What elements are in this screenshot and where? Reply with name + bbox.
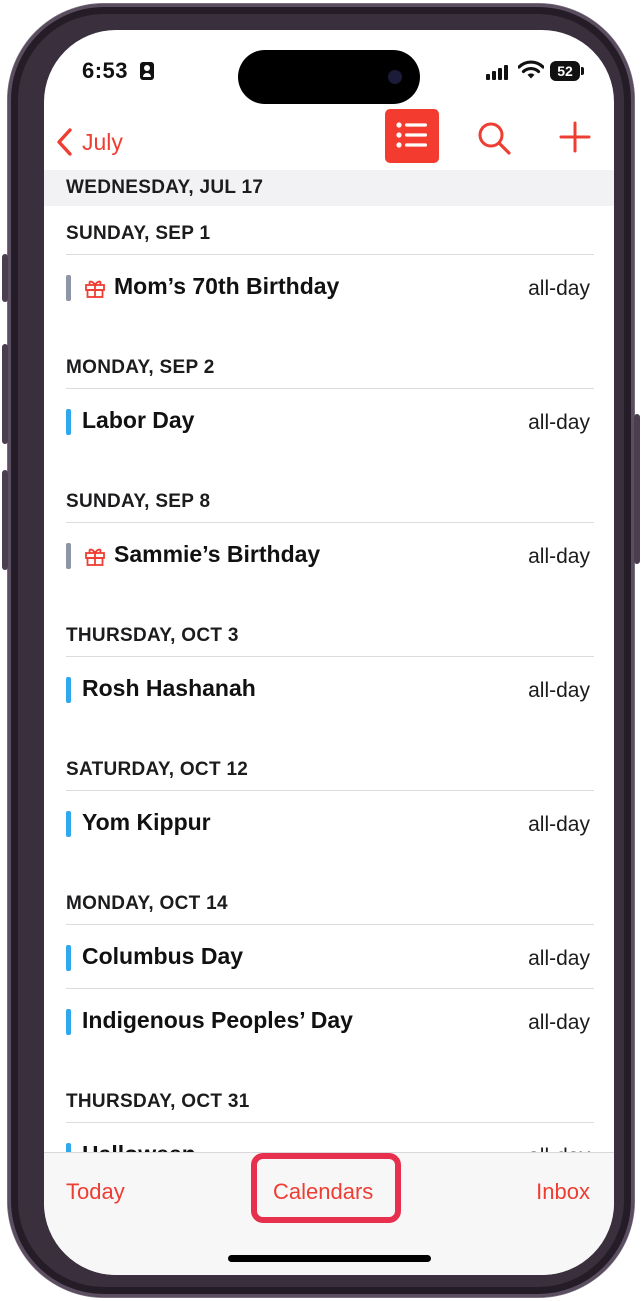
date-header: THURSDAY, OCT 3 [66,608,594,657]
calendar-color-bar [66,1009,71,1035]
event-time: all-day [528,813,590,836]
chevron-left-icon [57,128,72,156]
cellular-signal-icon [486,64,508,80]
event-row[interactable]: Rosh Hashanah all-day [66,657,594,720]
focus-person-icon [140,62,154,80]
event-title: Mom’s 70th Birthday [114,273,340,299]
date-header: SATURDAY, OCT 12 [66,742,594,791]
list-view-button[interactable] [385,109,439,163]
event-time: all-day [528,277,590,300]
tab-bar: Today Calendars Inbox [44,1152,614,1275]
date-header: THURSDAY, OCT 31 [66,1074,594,1123]
home-indicator[interactable] [228,1255,431,1262]
event-title: Rosh Hashanah [82,675,256,701]
camera-icon [388,70,402,84]
battery-icon: 52 [550,61,584,81]
date-header: SUNDAY, SEP 1 [66,206,594,255]
volume-down-button [2,470,8,570]
calendars-button[interactable]: Calendars [273,1179,373,1205]
power-button [634,414,640,564]
event-row[interactable]: Labor Day all-day [66,389,594,452]
screen: 6:53 52 July WEDNESDAY, JUL 17 SUNDAY, S… [44,30,614,1275]
event-title: Sammie’s Birthday [114,541,321,567]
dynamic-island [238,50,420,104]
gift-icon [85,280,105,298]
status-bar: 6:53 52 [44,30,614,114]
navigation-bar: July [44,109,614,172]
event-title: Labor Day [82,407,195,433]
volume-up-button [2,344,8,444]
event-list[interactable]: WEDNESDAY, JUL 17 SUNDAY, SEP 1 Mom’s 70… [44,170,614,1153]
date-header: MONDAY, SEP 2 [66,340,594,389]
inbox-button[interactable]: Inbox [536,1179,590,1205]
action-button [2,254,8,302]
calendar-color-bar [66,677,71,703]
list-icon [396,122,427,148]
event-row[interactable]: Indigenous Peoples’ Day all-day [66,989,594,1052]
event-row[interactable]: Columbus Day all-day [66,925,594,989]
event-title: Indigenous Peoples’ Day [82,1007,353,1033]
event-time: all-day [528,679,590,702]
calendar-color-bar [66,275,71,301]
date-header: MONDAY, OCT 14 [66,876,594,925]
wifi-icon [518,60,544,79]
search-icon[interactable] [476,120,512,156]
event-row[interactable]: Halloween all-day [66,1123,594,1153]
phone-frame: 6:53 52 July WEDNESDAY, JUL 17 SUNDAY, S… [2,4,640,1297]
date-header: SUNDAY, SEP 8 [66,474,594,523]
status-time: 6:53 [82,58,129,83]
event-title: Columbus Day [82,943,244,969]
gift-icon [85,548,105,566]
event-row[interactable]: Yom Kippur all-day [66,791,594,854]
event-row[interactable]: Mom’s 70th Birthday all-day [66,255,594,318]
calendar-color-bar [66,543,71,569]
event-title: Yom Kippur [82,809,211,835]
calendar-color-bar [66,409,71,435]
back-label: July [82,128,123,155]
sticky-date-header: WEDNESDAY, JUL 17 [44,170,614,206]
event-row[interactable]: Sammie’s Birthday all-day [66,523,594,586]
back-button[interactable]: July [56,124,123,160]
add-event-icon[interactable] [558,120,592,154]
event-time: all-day [528,545,590,568]
event-time: all-day [528,411,590,434]
today-button[interactable]: Today [66,1179,125,1205]
calendar-color-bar [66,945,71,971]
calendar-color-bar [66,811,71,837]
event-time: all-day [528,1011,590,1034]
event-time: all-day [528,947,590,970]
